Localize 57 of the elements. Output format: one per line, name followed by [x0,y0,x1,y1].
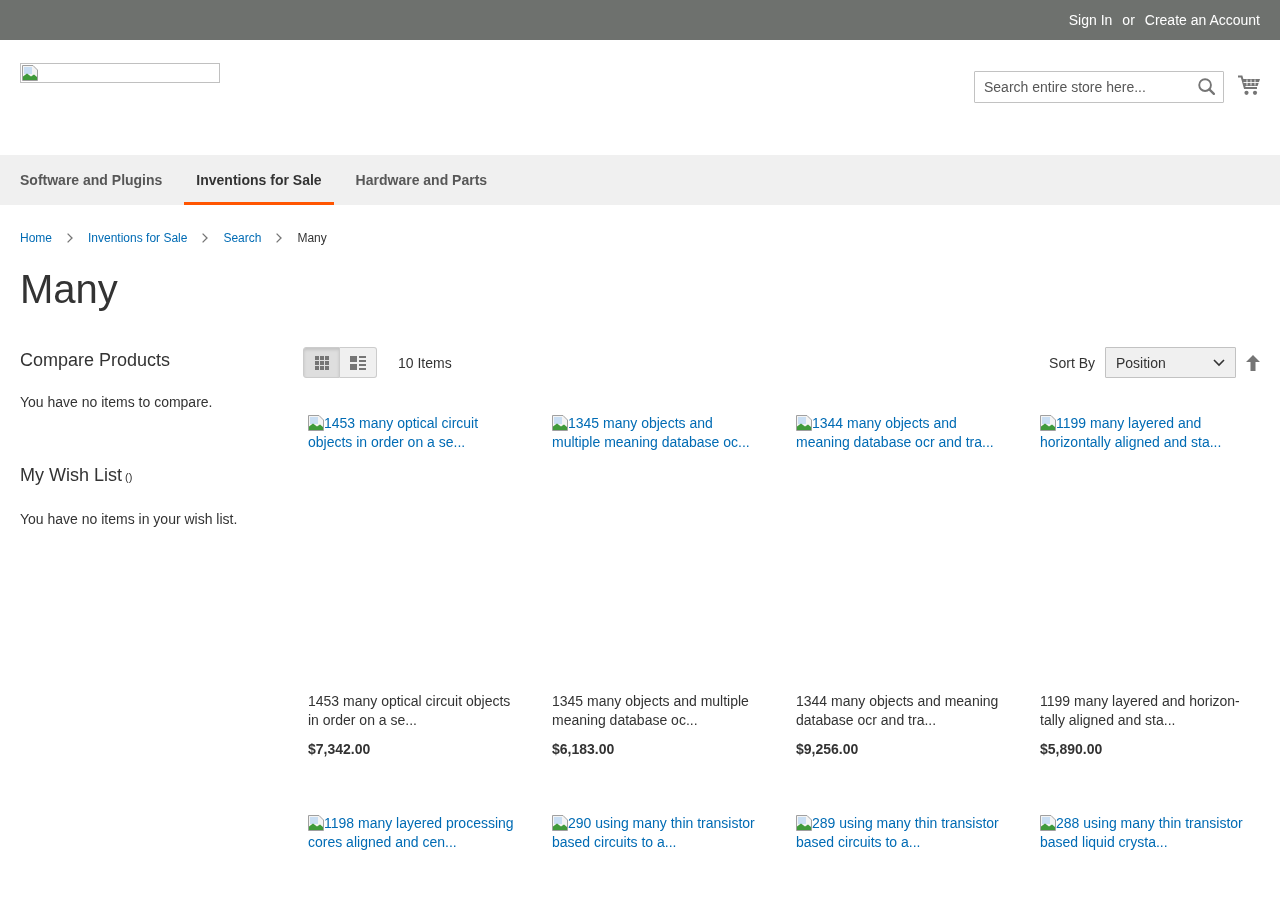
chevron-right-icon [202,233,209,243]
product-price: $6,183.00 [552,740,615,759]
product-image-link[interactable]: 1344 many objects and meaning database ocr and tra... [796,414,1008,452]
search-icon[interactable] [1198,78,1215,95]
separator-text: or [1122,11,1135,29]
sort-label: Sort By [1049,354,1095,371]
broken-image-icon [796,815,812,831]
cart-icon[interactable] [1238,75,1260,95]
product-image-link[interactable]: 1453 many optical circuit objects in order on a se... [308,414,520,452]
broken-image-icon [308,415,324,431]
sort-select[interactable]: Position [1105,347,1236,378]
chevron-down-icon [1213,358,1225,367]
page-title: Many [20,266,118,313]
product-image-link[interactable]: 289 using many thin transistor based circuits to a... [796,814,1008,852]
breadcrumb-link[interactable]: Home [20,230,52,246]
product-image-link[interactable]: 1199 many layered and horizontally aligned and sta... [1040,414,1252,452]
item-count: 10 Items [398,354,452,371]
product-price: $5,890.00 [1040,740,1103,759]
chevron-right-icon [67,233,73,243]
logo-image-placeholder[interactable] [20,63,220,83]
broken-image-icon [1040,415,1056,431]
broken-image-icon [22,65,38,81]
broken-image-icon [552,415,568,431]
account-link[interactable]: Create an Account [1144,11,1260,29]
product-price: $7,342.00 [308,740,371,759]
nav-tab[interactable]: Software and Plugins [8,155,175,205]
arrow-up-icon[interactable] [1246,354,1260,371]
list-icon [350,355,366,370]
grid-view-button[interactable] [303,347,340,378]
chevron-right-icon [276,233,283,243]
wishlist-counter: () [125,471,133,483]
breadcrumb-link[interactable]: Search [223,230,262,246]
product-image-link[interactable]: 288 using many thin transistor based liquid crysta... [1040,814,1252,852]
sidebar-title: My Wish List [20,465,122,485]
product-name-link[interactable]: 1199 many layered and horizon-tally aligned and sta... [1040,692,1252,730]
breadcrumb-current: Many [297,230,327,246]
product-name-link[interactable]: 1453 many optical circuit objects in order on a se... [308,692,520,730]
product-image-link[interactable]: 1198 many layered processing cores aligned and cen... [308,814,520,852]
nav-tab[interactable]: Hardware and Parts [343,155,500,205]
search-field[interactable]: Search entire store here... [974,71,1224,103]
sidebar-title: Compare Products [20,349,171,371]
account-link[interactable]: Sign In [1068,11,1113,29]
sidebar-message: You have no items to compare. [20,393,213,412]
nav-tab[interactable]: Inventions for Sale [184,155,334,205]
broken-image-icon [796,415,812,431]
list-view-button[interactable] [340,347,377,378]
product-name-link[interactable]: 1344 many objects and meaning database ocr and tra... [796,692,1008,730]
product-name-link[interactable]: 1345 many objects and multiple meaning database oc... [552,692,764,730]
product-image-link[interactable]: 1345 many objects and multiple meaning database oc... [552,414,764,452]
product-image-link[interactable]: 290 using many thin transistor based circuits to a... [552,814,764,852]
broken-image-icon [308,815,324,831]
grid-icon [314,355,329,370]
broken-image-icon [1040,815,1056,831]
broken-image-icon [552,815,568,831]
product-price: $9,256.00 [796,740,859,759]
sidebar-message: You have no items in your wish list. [20,510,238,529]
breadcrumb-link[interactable]: Inventions for Sale [88,230,188,246]
